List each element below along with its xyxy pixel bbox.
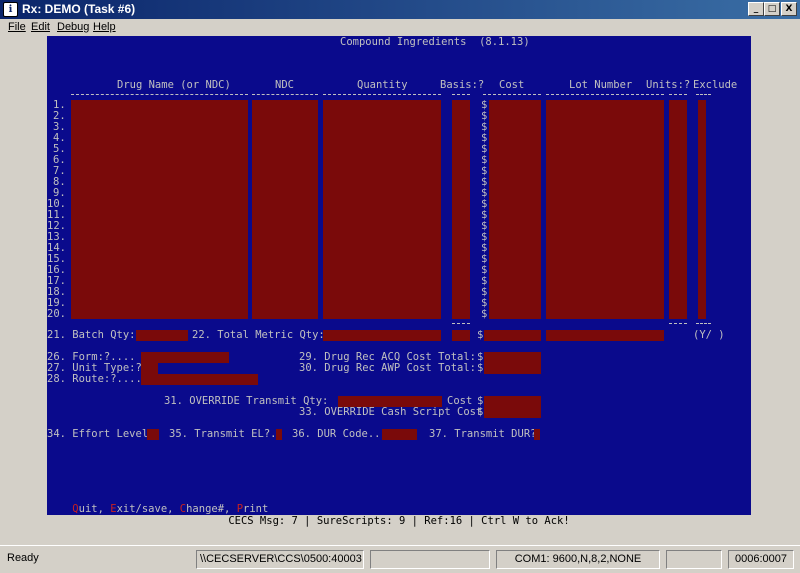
- header-lot-number: Lot Number: [569, 79, 633, 91]
- window-title: Rx: DEMO (Task #6): [22, 2, 136, 16]
- menu-debug-label: Debug: [57, 21, 90, 33]
- awp-cost-total-field[interactable]: [484, 363, 541, 374]
- exclude-field[interactable]: [698, 100, 706, 319]
- form-field[interactable]: [141, 352, 229, 363]
- minimize-button[interactable]: _: [748, 2, 764, 16]
- awp-cost-total-label: 30. Drug Rec AWP Cost Total:: [299, 362, 477, 374]
- header-divider: [323, 94, 441, 95]
- header-basis: Basis:?: [440, 79, 485, 91]
- menu-edit[interactable]: Edit: [31, 21, 50, 33]
- header-ndc: NDC: [275, 79, 294, 91]
- status-server-path: \\CECSERVER\CCS\0500:40003: [196, 550, 364, 569]
- exclude-hint: (Y/ ): [693, 329, 725, 341]
- effort-level-label: 34. Effort Level: [47, 428, 149, 440]
- header-divider: [546, 94, 664, 95]
- effort-level-field[interactable]: [147, 429, 159, 440]
- message-line: CECS Msg: 7 | SureScripts: 9 | Ref:16 | …: [228, 515, 570, 527]
- header-drug-name: Drug Name (or NDC): [117, 79, 231, 91]
- transmit-dur-field[interactable]: [534, 429, 540, 440]
- header-divider: [696, 94, 711, 95]
- dur-code-field[interactable]: [382, 429, 417, 440]
- grid-divider: [452, 323, 470, 324]
- total-cost-field[interactable]: [484, 330, 541, 341]
- close-button[interactable]: X: [781, 2, 797, 16]
- header-quantity: Quantity: [357, 79, 408, 91]
- grid-divider: [696, 323, 711, 324]
- drug-name-field[interactable]: [71, 100, 248, 319]
- title-bar[interactable]: ℹ Rx: DEMO (Task #6) _ □ X: [0, 0, 800, 19]
- header-divider: [71, 94, 248, 95]
- total-basis-field[interactable]: [452, 330, 470, 341]
- transmit-el-label: 35. Transmit EL?.: [169, 428, 277, 440]
- ndc-field[interactable]: [252, 100, 318, 319]
- basis-field[interactable]: [452, 100, 470, 319]
- grid-divider: [669, 323, 687, 324]
- terminal-screen[interactable]: Compound Ingredients (8.1.13) Drug Name …: [47, 36, 751, 515]
- header-divider: [483, 94, 541, 95]
- status-ready: Ready: [7, 552, 39, 564]
- override-cash-script-field[interactable]: [484, 407, 541, 418]
- header-exclude: Exclude: [693, 79, 738, 91]
- menu-edit-label: Edit: [31, 21, 50, 33]
- acq-cost-total-field[interactable]: [484, 352, 541, 363]
- menu-help-label: Help: [93, 21, 116, 33]
- app-icon[interactable]: ℹ: [3, 2, 18, 17]
- total-metric-qty-label: 22. Total Metric Qty:: [192, 329, 325, 341]
- maximize-button[interactable]: □: [764, 2, 780, 16]
- override-cash-script-currency: $: [477, 406, 484, 418]
- total-metric-qty-field[interactable]: [323, 330, 441, 341]
- header-divider: [252, 94, 318, 95]
- status-com-port: COM1: 9600,N,8,2,NONE: [496, 550, 660, 569]
- unit-type-field[interactable]: [141, 363, 158, 374]
- menu-debug[interactable]: Debug: [57, 21, 89, 33]
- batch-qty-field[interactable]: [136, 330, 188, 341]
- status-bar: Ready \\CECSERVER\CCS\0500:40003 COM1: 9…: [0, 545, 800, 573]
- awp-cost-currency: $: [477, 362, 484, 374]
- total-lot-field[interactable]: [546, 330, 664, 341]
- menu-file-label: File: [8, 21, 26, 33]
- menu-bar: File Edit Debug Help: [0, 19, 800, 36]
- cost-currency-symbol: $: [481, 308, 488, 320]
- screen-title: Compound Ingredients (8.1.13): [340, 36, 530, 48]
- total-cost-currency: $: [477, 329, 484, 341]
- status-blank-panel: [370, 550, 490, 569]
- header-cost: Cost: [499, 79, 525, 91]
- status-cursor-position: 0006:0007: [728, 550, 794, 569]
- header-divider: [669, 94, 687, 95]
- override-transmit-cost-field[interactable]: [484, 396, 541, 407]
- transmit-el-field[interactable]: [276, 429, 282, 440]
- lot-number-field[interactable]: [546, 100, 664, 319]
- menu-file[interactable]: File: [8, 21, 26, 33]
- cost-field[interactable]: [489, 100, 541, 319]
- batch-qty-label: 21. Batch Qty:: [47, 329, 136, 341]
- units-field[interactable]: [669, 100, 687, 319]
- menu-help[interactable]: Help: [93, 21, 116, 33]
- override-cash-script-label: 33. OVERRIDE Cash Script Cost: [299, 406, 483, 418]
- dur-code-label: 36. DUR Code..: [292, 428, 381, 440]
- status-blank-panel: [666, 550, 722, 569]
- route-label: 28. Route:?....: [47, 373, 142, 385]
- route-field[interactable]: [141, 374, 258, 385]
- header-divider: [452, 94, 470, 95]
- transmit-dur-label: 37. Transmit DUR?: [429, 428, 537, 440]
- quantity-field[interactable]: [323, 100, 441, 319]
- row-number: 20.: [47, 308, 66, 320]
- header-units: Units:?: [646, 79, 691, 91]
